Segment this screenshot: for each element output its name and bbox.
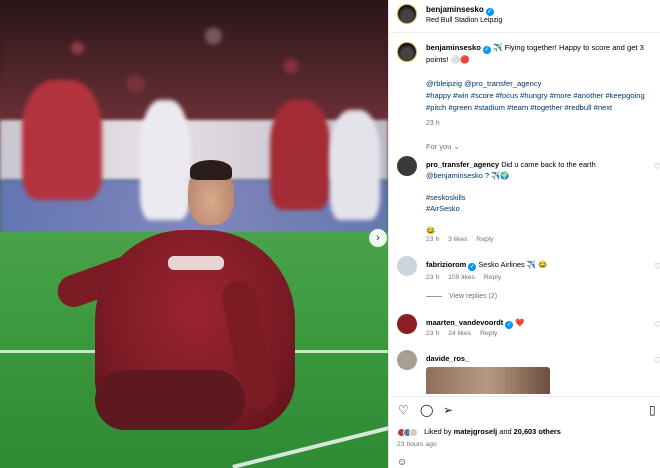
header-username-text[interactable]: benjaminsesko bbox=[426, 5, 484, 14]
divider bbox=[426, 295, 442, 297]
comments-scroll[interactable]: benjaminsesko ✓ ✈️ Flying together! Happy… bbox=[389, 34, 660, 394]
liked-by-prefix: Liked by bbox=[424, 427, 452, 436]
liked-count[interactable]: 20,603 others bbox=[514, 427, 561, 436]
heart-icon[interactable]: ♡ bbox=[398, 403, 409, 417]
location-link[interactable]: Red Bull Stadion Leipzig bbox=[426, 17, 502, 24]
comment-text: davide_ros_ bbox=[426, 353, 644, 364]
comment-username[interactable]: fabriziorom bbox=[426, 260, 466, 269]
view-replies-label[interactable]: View replies (2) bbox=[449, 293, 497, 300]
verified-icon: ✓ bbox=[468, 263, 477, 271]
comment-like-icon[interactable]: ♡ bbox=[654, 262, 660, 271]
header-username[interactable]: benjaminsesko ✓ bbox=[426, 5, 494, 16]
post-panel: benjaminsesko ✓ Red Bull Stadion Leipzig … bbox=[388, 0, 660, 468]
comment-body: ❤️ bbox=[515, 318, 525, 327]
caption-mentions[interactable]: @rbleipzig @pro_transfer_agency bbox=[426, 78, 652, 90]
caption-time: 23 h bbox=[426, 120, 440, 127]
comment-tag[interactable]: #seskoskills bbox=[426, 192, 644, 203]
comment-avatar[interactable] bbox=[397, 314, 417, 334]
comment-body-tail: ? ✈️🌍 bbox=[484, 171, 510, 180]
comment-likes[interactable]: 109 likes bbox=[448, 274, 475, 281]
caption-avatar[interactable] bbox=[397, 42, 417, 62]
emoji-icon[interactable]: ☺ bbox=[397, 457, 407, 468]
avatar[interactable] bbox=[397, 4, 417, 24]
photo-opponent-right bbox=[330, 110, 380, 220]
view-replies-button[interactable]: View replies (2) bbox=[426, 293, 497, 300]
comment-icon[interactable]: ◯ bbox=[420, 403, 433, 417]
reply-button[interactable]: Reply bbox=[476, 236, 493, 243]
liker-avatar bbox=[409, 427, 418, 437]
player-hair bbox=[190, 160, 232, 180]
post-photo[interactable]: › bbox=[0, 0, 388, 468]
post-actions: ♡ ◯ ➢ ▯ Liked by matejgroselj and 20,603… bbox=[389, 396, 660, 468]
share-icon[interactable]: ➢ bbox=[443, 403, 453, 417]
comment-avatar[interactable] bbox=[397, 256, 417, 276]
reply-button[interactable]: Reply bbox=[484, 274, 501, 281]
player-legs bbox=[95, 370, 245, 430]
comment-avatar[interactable] bbox=[397, 350, 417, 370]
comment-image[interactable] bbox=[426, 367, 550, 394]
photo-teammate-running bbox=[270, 100, 330, 210]
photo-opponent bbox=[140, 100, 190, 220]
comment-meta: 23 h 3 likes Reply bbox=[426, 236, 501, 243]
comment-likes[interactable]: 3 likes bbox=[448, 236, 467, 243]
post-header: benjaminsesko ✓ Red Bull Stadion Leipzig bbox=[389, 0, 660, 33]
comment-username[interactable]: maarten_vandevoordt bbox=[426, 318, 503, 327]
comment-emoji: 😂 bbox=[426, 226, 436, 235]
comment-text: fabriziorom ✓ Sesko Airlines ✈️ 😂 bbox=[426, 259, 644, 271]
comment-tag[interactable]: #AirSesko bbox=[426, 203, 644, 214]
comment-like-icon[interactable]: ♡ bbox=[654, 356, 660, 365]
comments-sort-dropdown[interactable]: For you ⌄ bbox=[426, 142, 460, 151]
verified-icon: ✓ bbox=[505, 321, 514, 329]
comment-meta: 23 h 109 likes Reply bbox=[426, 274, 508, 281]
comment-mention[interactable]: @benjaminsesko bbox=[426, 171, 483, 180]
caption-hashtags[interactable]: #happy #win #score #focus #hungry #more … bbox=[426, 90, 652, 114]
comment-text: maarten_vandevoordt ✓ ❤️ bbox=[426, 317, 644, 329]
comment-username[interactable]: pro_transfer_agency bbox=[426, 160, 499, 169]
verified-icon: ✓ bbox=[485, 8, 494, 16]
comment-like-icon[interactable]: ♡ bbox=[654, 162, 660, 171]
comment-time: 23 h bbox=[426, 236, 440, 243]
likes-row: Liked by matejgroselj and 20,603 others bbox=[397, 427, 657, 439]
comment-text: pro_transfer_agency Did u came back to t… bbox=[426, 159, 644, 236]
posted-time: 23 hours ago bbox=[397, 441, 437, 448]
caption-username[interactable]: benjaminsesko bbox=[426, 43, 481, 52]
comment-avatar[interactable] bbox=[397, 156, 417, 176]
comment-time: 23 h bbox=[426, 330, 440, 337]
comment-meta: 23 h 24 likes Reply bbox=[426, 330, 504, 337]
comment-body: Did u came back to the earth bbox=[501, 160, 596, 169]
likes-summary: Liked by matejgroselj and 20,603 others bbox=[424, 427, 561, 436]
caption: benjaminsesko ✓ ✈️ Flying together! Happy… bbox=[426, 42, 652, 114]
comment-time: 23 h bbox=[426, 274, 440, 281]
comment-body: Sesko Airlines ✈️ 😂 bbox=[478, 260, 548, 269]
comment-like-icon[interactable]: ♡ bbox=[654, 320, 660, 329]
liked-by-user[interactable]: matejgroselj bbox=[454, 427, 498, 436]
liked-and: and bbox=[499, 427, 512, 436]
player-shirt-crest bbox=[168, 256, 224, 270]
photo-teammate bbox=[22, 80, 102, 200]
reply-button[interactable]: Reply bbox=[480, 330, 497, 337]
bookmark-icon[interactable]: ▯ bbox=[649, 403, 656, 417]
next-photo-button[interactable]: › bbox=[369, 229, 387, 247]
comment-username[interactable]: davide_ros_ bbox=[426, 354, 469, 363]
comment-likes[interactable]: 24 likes bbox=[448, 330, 471, 337]
verified-icon: ✓ bbox=[482, 46, 491, 54]
